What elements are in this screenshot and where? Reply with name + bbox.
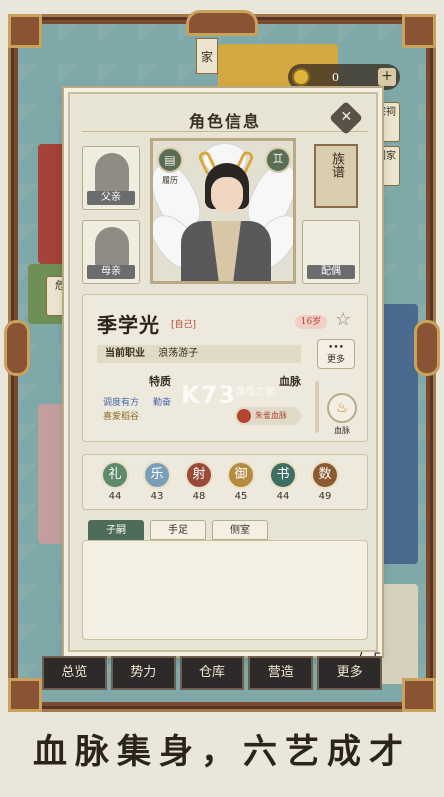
trait-item[interactable]: 调度有方	[103, 395, 139, 408]
dialog-title: 角色信息	[188, 112, 261, 131]
currency-value: 0	[332, 70, 339, 84]
rites-icon: 礼	[101, 461, 129, 489]
trait-item[interactable]: 喜爱稻谷	[103, 409, 139, 422]
mathematics-icon: 数	[311, 461, 339, 489]
nav-overview[interactable]: 总览	[42, 656, 107, 690]
nav-power[interactable]: 势力	[110, 656, 176, 690]
art-archery[interactable]: 射 48	[185, 461, 213, 502]
music-icon: 乐	[143, 461, 171, 489]
resume-button[interactable]: ▤	[157, 147, 183, 173]
coin-icon	[292, 68, 310, 86]
age-badge: 16岁	[295, 315, 327, 329]
job-value: 浪荡游子	[158, 348, 199, 359]
nav-construction[interactable]: 营造	[248, 656, 314, 690]
art-mathematics[interactable]: 数 49	[311, 461, 339, 502]
art-value: 45	[234, 491, 248, 502]
art-rites[interactable]: 礼 44	[101, 461, 129, 502]
clan-registry-button[interactable]: 族谱	[314, 144, 358, 208]
father-label: 父亲	[87, 191, 135, 205]
archery-icon: 射	[185, 461, 213, 489]
promo-slogan: 血脉集身，六艺成才	[33, 732, 411, 772]
top-ornament	[186, 10, 258, 36]
spouse-card[interactable]: 配偶	[302, 220, 360, 284]
relatives-tabs: 子嗣 手足 侧室	[88, 520, 368, 540]
more-info-button[interactable]: ••• 更多	[317, 339, 355, 369]
nav-more[interactable]: 更多	[317, 656, 382, 690]
bloodline-button-label: 血脉	[334, 426, 350, 435]
phoenix-icon	[237, 409, 251, 423]
mother-label: 母亲	[87, 265, 135, 279]
character-name: 季学光	[97, 313, 160, 337]
side-ornament	[4, 320, 30, 376]
favorite-star-icon[interactable]: ☆	[335, 309, 351, 330]
traits-title: 特质	[149, 375, 171, 388]
resume-label: 履历	[162, 176, 178, 185]
art-value: 44	[108, 491, 122, 502]
art-music[interactable]: 乐 43	[143, 461, 171, 502]
art-calligraphy[interactable]: 书 44	[269, 461, 297, 502]
charioteering-icon: 御	[227, 461, 255, 489]
close-icon: ✕	[340, 109, 353, 126]
character-status: [自己]	[171, 320, 197, 330]
job-label: 当前职业	[105, 348, 145, 359]
traits-scrollbar[interactable]	[315, 381, 319, 433]
art-charioteering[interactable]: 御 45	[227, 461, 255, 502]
currency-bar: 0 +	[288, 64, 400, 90]
corner-ornament	[402, 14, 436, 48]
six-arts-panel: 礼 44 乐 43 射 48 御 45 书 44 数 49	[82, 454, 368, 510]
calligraphy-icon: 书	[269, 461, 297, 489]
gender-symbol-icon[interactable]: ♊	[265, 147, 291, 173]
watermark-logo: K73	[181, 381, 236, 409]
spouse-label: 配偶	[307, 265, 355, 279]
art-value: 44	[276, 491, 290, 502]
tab-content-area	[82, 540, 368, 640]
bottom-nav: 总览 势力 仓库 营造 更多	[42, 656, 382, 692]
trait-item[interactable]: 勤奋	[153, 395, 171, 408]
character-face	[211, 177, 243, 213]
side-ornament	[414, 320, 440, 376]
corner-ornament	[8, 678, 42, 712]
character-info-panel: 季学光 [自己] 16岁 ☆ 当前职业 浪荡游子 ••• 更多 特质 调度有方 …	[82, 294, 368, 442]
dialog-title-bar: 角色信息	[82, 102, 368, 132]
character-info-dialog: 角色信息 ✕ 父亲 母亲 ▤ 履历 ♊ 族谱 配偶 季学光 [自己] 16岁 ☆…	[68, 92, 378, 652]
bloodline-flame-icon[interactable]: ♨	[327, 393, 357, 423]
corner-ornament	[8, 14, 42, 48]
father-silhouette-icon	[95, 153, 129, 193]
mother-card[interactable]: 母亲	[82, 220, 140, 284]
job-bar: 当前职业 浪荡游子	[97, 345, 301, 363]
tab-children[interactable]: 子嗣	[88, 520, 144, 540]
art-value: 49	[318, 491, 332, 502]
mother-silhouette-icon	[95, 227, 129, 267]
art-value: 43	[150, 491, 164, 502]
nav-warehouse[interactable]: 仓库	[179, 656, 245, 690]
more-info-label: 更多	[326, 355, 345, 365]
corner-ornament	[402, 678, 436, 712]
tab-concubines[interactable]: 侧室	[212, 520, 268, 540]
bloodline-title: 血脉	[279, 375, 301, 388]
tab-siblings[interactable]: 手足	[150, 520, 206, 540]
scroll-icon: ▤	[164, 153, 176, 167]
art-value: 48	[192, 491, 206, 502]
add-currency-button[interactable]: +	[378, 68, 396, 86]
top-tag[interactable]: 家	[196, 38, 218, 74]
ellipsis-icon: •••	[328, 343, 344, 353]
father-card[interactable]: 父亲	[82, 146, 140, 210]
character-portrait: ▤ 履历 ♊	[150, 138, 296, 284]
bloodline-item[interactable]: 朱雀血脉	[235, 407, 301, 425]
watermark-text: 游戏之家	[235, 387, 275, 398]
